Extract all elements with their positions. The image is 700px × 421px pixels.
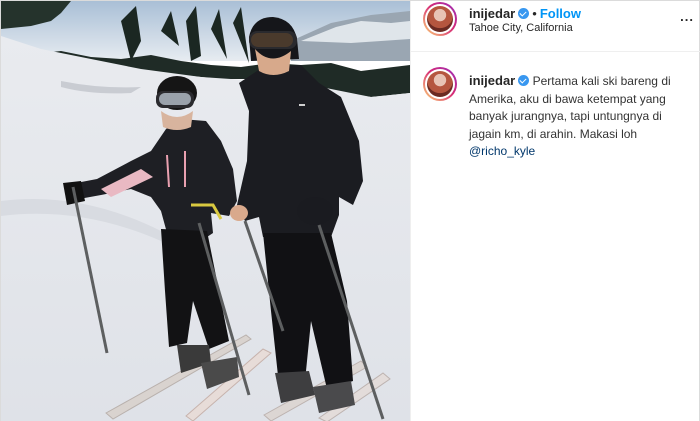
more-options-icon[interactable]: ... [680, 9, 694, 24]
caption-avatar[interactable] [423, 67, 457, 101]
ski-photo-illustration [1, 1, 410, 421]
follow-button[interactable]: Follow [540, 6, 581, 21]
separator-dot: • [532, 6, 537, 21]
caption-username[interactable]: inijedar [469, 73, 515, 88]
caption-mention-link[interactable]: @richo_kyle [469, 144, 535, 158]
instagram-post: inijedar • Follow Tahoe City, California .… [0, 0, 700, 421]
verified-badge-icon [518, 75, 530, 86]
post-photo[interactable] [1, 1, 410, 421]
header-username-row: inijedar • Follow [469, 6, 581, 21]
post-sidebar: inijedar • Follow Tahoe City, California .… [410, 1, 700, 421]
caption-text-block: inijedar Pertama kali ski bareng di Amer… [469, 72, 694, 161]
post-location[interactable]: Tahoe City, California [469, 22, 573, 34]
verified-badge-icon [518, 8, 530, 19]
post-header: inijedar • Follow Tahoe City, California .… [411, 1, 700, 52]
author-avatar[interactable] [423, 2, 457, 36]
author-username[interactable]: inijedar [469, 6, 515, 21]
